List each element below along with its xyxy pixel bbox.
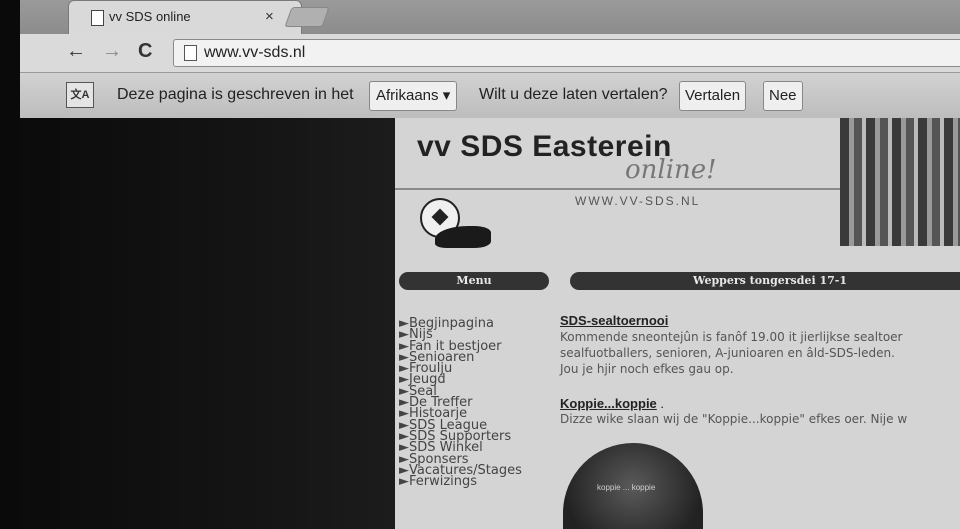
beanie-image: koppie ... koppie <box>563 443 703 529</box>
tab-title: vv SDS online <box>109 9 191 24</box>
no-button[interactable]: Nee <box>763 81 803 111</box>
tab-close-icon[interactable]: × <box>265 8 274 25</box>
site-tagline: online! <box>625 155 717 185</box>
beanie-label: koppie ... koppie <box>597 483 656 492</box>
divider <box>395 188 840 190</box>
browser-tab[interactable]: vv SDS online × <box>68 0 302 35</box>
news-text: Kommende sneontejûn is fanôf 19.00 it ji… <box>560 330 903 344</box>
translate-icon: 文A <box>66 82 94 108</box>
url-text: www.vv-sds.nl <box>204 44 306 61</box>
news-title-suffix: . <box>656 396 665 411</box>
football-boot-logo <box>435 226 491 248</box>
translate-button[interactable]: Vertalen <box>679 81 747 111</box>
forward-icon[interactable]: → <box>102 40 122 63</box>
news-text: Jou je hjir noch efkes gau op. <box>560 362 734 376</box>
team-photo <box>840 118 960 246</box>
page-icon <box>91 10 104 26</box>
news-title[interactable]: SDS-sealtoernooi <box>560 313 668 328</box>
news-text: sealfuotballers, senioren, A-junioaren e… <box>560 346 895 360</box>
toolbar: ← → C www.vv-sds.nl <box>20 34 960 73</box>
address-bar[interactable]: www.vv-sds.nl <box>173 39 960 67</box>
back-icon[interactable]: ← <box>66 40 86 63</box>
news-title[interactable]: Koppie...koppie <box>560 396 657 411</box>
reload-icon[interactable]: C <box>138 40 152 63</box>
site-menu: ►Begjinpagina ►Nijs ►Fan it bestjoer ►Se… <box>399 317 522 489</box>
news-text: Dizze wike slaan wij de "Koppie...koppie… <box>560 412 908 426</box>
menu-header: Menu <box>399 272 549 290</box>
web-page: vv SDS Easterein online! WWW.VV-SDS.NL M… <box>395 118 960 529</box>
site-url: WWW.VV-SDS.NL <box>575 194 701 208</box>
dark-background <box>20 118 395 529</box>
page-icon <box>184 45 197 61</box>
new-tab-button[interactable] <box>284 7 330 27</box>
translate-bar: 文A Deze pagina is geschreven in het Afri… <box>20 73 960 119</box>
translate-question: Wilt u deze laten vertalen? <box>479 86 668 103</box>
translate-message: Deze pagina is geschreven in het <box>117 86 354 103</box>
news-header: Weppers tongersdei 17-1 <box>570 272 960 290</box>
language-dropdown[interactable]: Afrikaans ▾ <box>369 81 458 111</box>
tab-strip: vv SDS online × <box>20 0 960 35</box>
